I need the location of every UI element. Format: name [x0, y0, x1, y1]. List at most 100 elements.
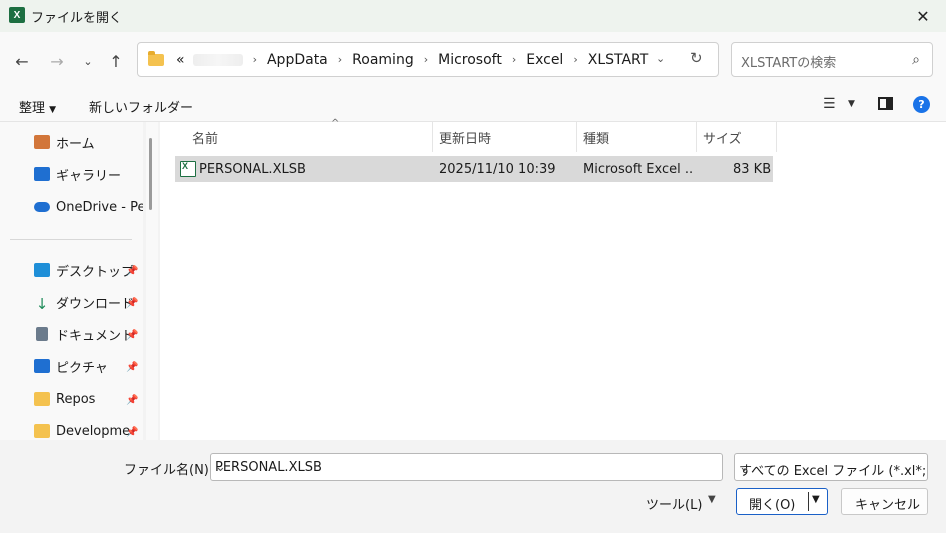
chevron-right-icon[interactable]: › — [332, 53, 348, 66]
excel-app-icon: X — [9, 7, 25, 23]
sidebar-item-label: ギャラリー — [56, 168, 122, 184]
pin-icon[interactable]: 📌 — [126, 330, 138, 341]
arrow-up-icon: ↑ — [109, 51, 123, 71]
breadcrumb-microsoft[interactable]: Microsoft — [434, 52, 506, 68]
table-row[interactable]: PERSONAL.XLSB 2025/11/10 10:39 Microsoft… — [175, 156, 773, 182]
column-header-size[interactable]: サイズ — [697, 122, 777, 152]
sidebar-item-home[interactable]: ホーム — [34, 130, 95, 154]
refresh-icon[interactable]: ↻ — [690, 49, 703, 67]
chevron-down-icon[interactable]: ⌄ — [215, 460, 716, 475]
up-button[interactable]: ↑ — [104, 50, 128, 72]
pin-icon[interactable]: 📌 — [126, 298, 138, 309]
sidebar-item-development[interactable]: Developme — [34, 419, 130, 440]
sidebar-item-documents[interactable]: ドキュメント — [34, 322, 134, 346]
desktop-icon — [34, 263, 50, 277]
chevron-down-icon: ⌄ — [739, 460, 750, 475]
column-label: 種類 — [583, 131, 610, 147]
sidebar-item-label: デスクトップ — [56, 264, 135, 280]
column-header-type[interactable]: 種類 — [577, 122, 697, 152]
recent-locations-button[interactable]: ⌄ — [76, 50, 100, 72]
file-type: Microsoft Excel ... — [583, 162, 693, 177]
organize-label: 整理 — [19, 101, 46, 116]
file-size: 83 KB — [733, 162, 772, 177]
help-icon[interactable]: ? — [913, 96, 930, 113]
forward-button[interactable]: → — [45, 50, 69, 72]
file-name: PERSONAL.XLSB — [199, 162, 306, 177]
sidebar-divider — [10, 239, 132, 240]
redacted-username — [192, 53, 243, 66]
sidebar-item-label: Developme — [56, 423, 131, 439]
pin-icon[interactable]: 📌 — [126, 395, 138, 406]
sidebar-item-downloads[interactable]: ↓ ダウンロード — [34, 290, 134, 314]
sidebar-item-onedrive[interactable]: OneDrive - Pe — [34, 195, 143, 219]
dialog-footer: ファイル名(N): PERSONAL.XLSB ⌄ すべての Excel ファイ… — [0, 440, 946, 533]
sidebar-item-label: OneDrive - Pe — [56, 199, 143, 215]
column-label: 名前 — [192, 131, 219, 147]
navigation-pane: ホーム ギャラリー OneDrive - Pe デスクトップ ↓ ダウンロード … — [0, 122, 143, 440]
window-title: ファイルを開く — [31, 11, 123, 26]
sidebar-item-label: Repos — [56, 391, 96, 407]
pin-icon[interactable]: 📌 — [126, 427, 138, 438]
arrow-right-icon: → — [50, 51, 64, 71]
sidebar-item-label: ピクチャ — [56, 360, 108, 376]
chevron-right-icon[interactable]: › — [247, 53, 263, 66]
sidebar-item-desktop[interactable]: デスクトップ — [34, 258, 134, 282]
chevron-right-icon[interactable]: › — [567, 53, 583, 66]
filename-label: ファイル名(N): — [124, 463, 214, 478]
sidebar-scrollbar[interactable] — [146, 122, 158, 440]
column-label: サイズ — [703, 131, 742, 147]
organize-menu[interactable]: 整理 ▼ — [19, 97, 56, 116]
search-icon: ⌕ — [912, 52, 920, 68]
search-input[interactable]: XLSTARTの検索 ⌕ — [731, 42, 933, 77]
address-history-dropdown[interactable]: ⌄ — [656, 52, 665, 65]
back-button[interactable]: ← — [10, 50, 34, 72]
onedrive-icon — [34, 202, 50, 212]
breadcrumb-roaming[interactable]: Roaming — [348, 52, 418, 68]
filename-field[interactable]: PERSONAL.XLSB ⌄ — [210, 453, 723, 481]
excel-file-icon — [180, 161, 196, 177]
download-icon: ↓ — [35, 295, 49, 313]
chevron-down-icon: ⌄ — [83, 54, 93, 68]
breadcrumb-appdata[interactable]: AppData — [263, 52, 332, 68]
column-header-name[interactable]: 名前 ^ — [186, 118, 433, 152]
open-options-dropdown[interactable]: ▼ — [812, 494, 820, 505]
folder-icon — [34, 392, 50, 406]
pin-icon[interactable]: 📌 — [126, 266, 138, 277]
breadcrumb-excel[interactable]: Excel — [522, 52, 567, 68]
title-bar: X ファイルを開く ✕ — [0, 0, 946, 32]
chevron-right-icon[interactable]: › — [418, 53, 434, 66]
gallery-icon — [34, 167, 50, 181]
address-bar[interactable]: « › AppData › Roaming › Microsoft › Exce… — [137, 42, 719, 77]
home-icon — [34, 135, 50, 149]
breadcrumb-overflow[interactable]: « — [172, 52, 189, 68]
preview-pane-icon[interactable] — [878, 97, 893, 110]
search-placeholder: XLSTARTの検索 — [741, 56, 837, 71]
file-list: 名前 ^ 更新日時 種類 サイズ PERSONAL.XLSB 2025/11/1… — [160, 118, 946, 440]
filetype-select[interactable]: すべての Excel ファイル (*.xl*; ⌄ — [734, 453, 928, 481]
close-button[interactable]: ✕ — [900, 0, 946, 32]
arrow-left-icon: ← — [15, 51, 29, 71]
pin-icon[interactable]: 📌 — [126, 362, 138, 373]
sidebar-item-repos[interactable]: Repos — [34, 387, 95, 411]
breadcrumb: « › AppData › Roaming › Microsoft › Exce… — [172, 43, 652, 76]
sidebar-item-label: ホーム — [56, 136, 95, 152]
sidebar-item-pictures[interactable]: ピクチャ — [34, 354, 108, 378]
split-divider — [808, 492, 809, 511]
folder-icon — [148, 51, 164, 66]
breadcrumb-xlstart[interactable]: XLSTART — [584, 52, 653, 68]
view-options-icon[interactable]: ☰ — [823, 96, 836, 112]
column-label: 更新日時 — [439, 131, 492, 147]
open-button[interactable]: 開く(O) ▼ — [736, 488, 828, 515]
tools-menu[interactable]: ツール(L) — [646, 494, 702, 513]
column-header-modified[interactable]: 更新日時 — [433, 122, 577, 152]
scrollbar-thumb[interactable] — [149, 138, 152, 210]
cancel-button[interactable]: キャンセル — [841, 488, 928, 515]
pictures-icon — [34, 359, 50, 373]
new-folder-button[interactable]: 新しいフォルダー — [89, 97, 193, 116]
chevron-right-icon[interactable]: › — [506, 53, 522, 66]
sidebar-item-gallery[interactable]: ギャラリー — [34, 162, 121, 186]
caret-down-icon[interactable]: ▼ — [708, 494, 716, 505]
view-options-dropdown[interactable]: ▼ — [848, 99, 855, 109]
open-label: 開く(O) — [749, 498, 796, 513]
sort-ascending-icon: ^ — [331, 118, 340, 129]
